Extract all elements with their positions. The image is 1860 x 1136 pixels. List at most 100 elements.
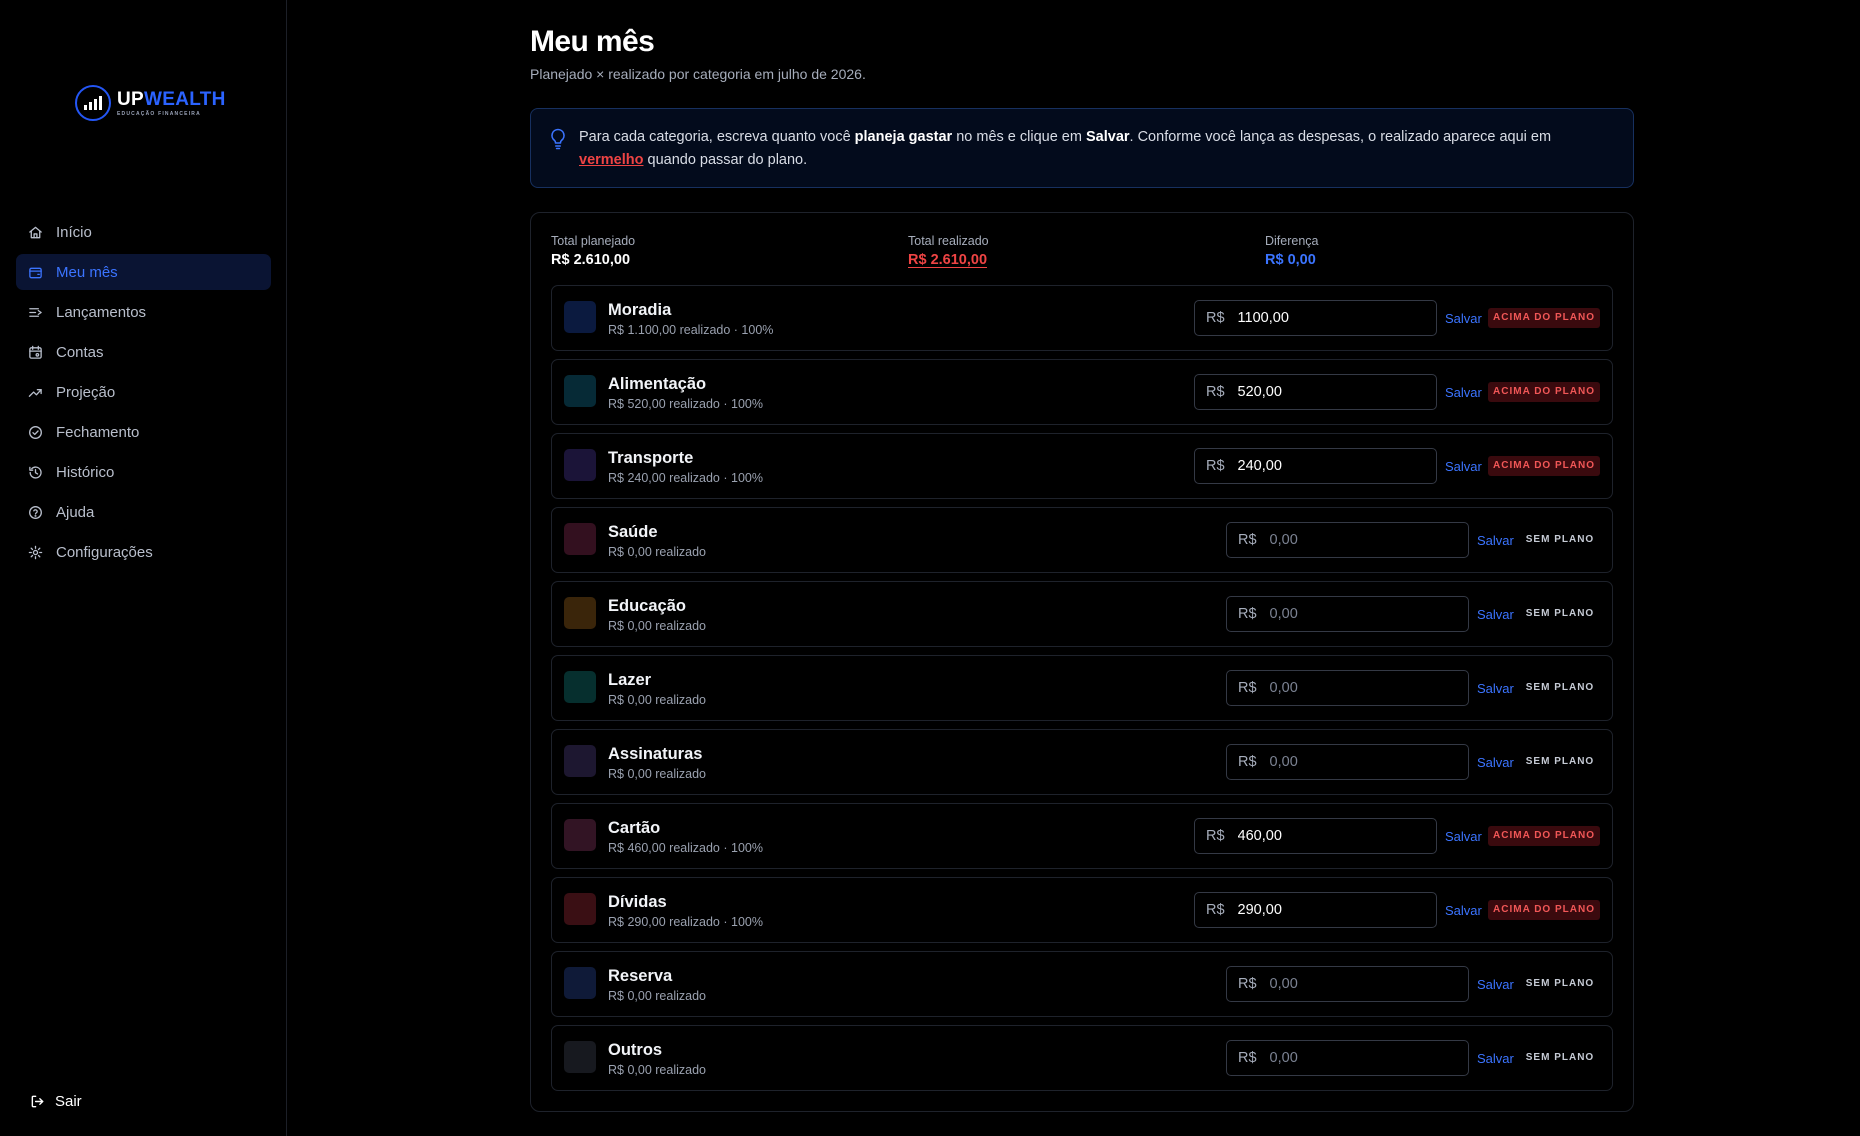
planned-amount-input[interactable]	[1237, 310, 1428, 326]
category-color-swatch	[564, 1041, 596, 1073]
sidebar-item-label: Fechamento	[56, 423, 140, 441]
sidebar-item-4[interactable]: Contas	[16, 334, 271, 370]
save-button[interactable]: Salvar	[1477, 607, 1517, 622]
category-row: Educação R$ 0,00 realizado R$ Salvar SEM PLA…	[551, 581, 1613, 647]
planned-amount-field: R$	[1226, 744, 1469, 780]
category-color-swatch	[564, 375, 596, 407]
category-color-swatch	[564, 819, 596, 851]
home-icon	[29, 226, 42, 238]
category-realized: R$ 240,00 realizado · 100%	[608, 471, 763, 485]
category-name: Assinaturas	[608, 745, 703, 763]
history-icon	[29, 465, 42, 479]
check-circle-icon	[29, 425, 42, 439]
sidebar-item-6[interactable]: Fechamento	[16, 414, 271, 450]
category-realized: R$ 0,00 realizado	[608, 767, 706, 781]
sidebar-item-9[interactable]: Configurações	[16, 534, 271, 570]
planned-amount-input[interactable]	[1237, 828, 1428, 844]
planned-amount-field: R$	[1194, 374, 1437, 410]
category-name: Transporte	[608, 449, 694, 467]
planned-amount-field: R$	[1226, 596, 1469, 632]
planned-amount-input[interactable]	[1237, 384, 1428, 400]
sidebar-item-label: Projeção	[56, 383, 116, 401]
save-button[interactable]: Salvar	[1477, 1051, 1517, 1066]
save-button[interactable]: Salvar	[1477, 681, 1517, 696]
category-row: Cartão R$ 460,00 realizado · 100% R$ Salvar…	[551, 803, 1613, 869]
save-button[interactable]: Salvar	[1477, 755, 1517, 770]
currency-prefix: R$	[1238, 976, 1257, 992]
sidebar-item-label: Início	[56, 223, 92, 241]
category-realized: R$ 0,00 realizado	[608, 989, 706, 1003]
category-name: Educação	[608, 597, 686, 615]
planned-amount-input[interactable]	[1269, 754, 1460, 770]
planned-amount-input[interactable]	[1237, 458, 1428, 474]
planned-amount-input[interactable]	[1269, 532, 1460, 548]
planned-amount-input[interactable]	[1269, 680, 1460, 696]
currency-prefix: R$	[1238, 754, 1257, 770]
currency-prefix: R$	[1206, 384, 1225, 400]
status-badge: ACIMA DO PLANO	[1488, 826, 1600, 846]
planned-amount-field: R$	[1226, 966, 1469, 1002]
category-realized: R$ 1.100,00 realizado · 100%	[608, 323, 774, 337]
category-realized: R$ 0,00 realizado	[608, 693, 706, 707]
status-badge: SEM PLANO	[1525, 978, 1595, 989]
total-difference: Diferença R$ 0,00	[1265, 234, 1319, 268]
save-button[interactable]: Salvar	[1477, 533, 1517, 548]
sidebar: UPWEALTH EDUCAÇÃO FINANCEIRA Início Meu m…	[0, 0, 287, 1136]
save-button[interactable]: Salvar	[1445, 829, 1485, 844]
category-color-swatch	[564, 893, 596, 925]
sidebar-item-1[interactable]: Início	[16, 214, 271, 250]
category-realized: R$ 290,00 realizado · 100%	[608, 915, 763, 929]
status-badge: ACIMA DO PLANO	[1488, 900, 1600, 920]
calendar-icon	[29, 345, 42, 359]
category-realized: R$ 0,00 realizado	[608, 1063, 706, 1077]
save-button[interactable]: Salvar	[1445, 903, 1485, 918]
currency-prefix: R$	[1206, 310, 1225, 326]
total-realized: Total realizado R$ 2.610,00	[908, 234, 989, 268]
sidebar-item-8[interactable]: Ajuda	[16, 494, 271, 530]
save-button[interactable]: Salvar	[1445, 311, 1485, 326]
tip-callout: Para cada categoria, escreva quanto você…	[530, 108, 1634, 188]
sidebar-item-3[interactable]: Lançamentos	[16, 294, 271, 330]
save-button[interactable]: Salvar	[1445, 459, 1485, 474]
category-realized: R$ 0,00 realizado	[608, 619, 706, 633]
category-color-swatch	[564, 449, 596, 481]
planned-amount-input[interactable]	[1269, 1050, 1460, 1066]
planned-amount-input[interactable]	[1237, 902, 1428, 918]
category-row: Lazer R$ 0,00 realizado R$ Salvar SEM PLANO	[551, 655, 1613, 721]
logout-icon	[31, 1095, 44, 1108]
category-color-swatch	[564, 523, 596, 555]
planned-amount-field: R$	[1194, 892, 1437, 928]
status-badge: SEM PLANO	[1525, 608, 1595, 619]
status-badge: SEM PLANO	[1525, 534, 1595, 545]
tip-red-word: vermelho	[579, 152, 644, 168]
planned-amount-field: R$	[1226, 522, 1469, 558]
status-badge: SEM PLANO	[1525, 1052, 1595, 1063]
logout-button[interactable]: Sair	[30, 1093, 82, 1110]
planned-amount-input[interactable]	[1269, 976, 1460, 992]
category-realized: R$ 520,00 realizado · 100%	[608, 397, 763, 411]
total-realized-value: R$ 2.610,00	[908, 252, 988, 268]
page-subtitle: Planejado × realizado por categoria em j…	[530, 66, 866, 82]
brand-name: UPWEALTH	[117, 88, 226, 110]
sidebar-item-label: Configurações	[56, 543, 153, 561]
sidebar-item-7[interactable]: Histórico	[16, 454, 271, 490]
category-list: Moradia R$ 1.100,00 realizado · 100% R$ Sal…	[551, 285, 1613, 1099]
save-button[interactable]: Salvar	[1445, 385, 1485, 400]
category-name: Reserva	[608, 967, 673, 985]
save-button[interactable]: Salvar	[1477, 977, 1517, 992]
total-planned: Total planejado R$ 2.610,00	[551, 234, 636, 268]
category-row: Moradia R$ 1.100,00 realizado · 100% R$ Sal…	[551, 285, 1613, 351]
category-color-swatch	[564, 597, 596, 629]
currency-prefix: R$	[1206, 828, 1225, 844]
brand-logo[interactable]: UPWEALTH EDUCAÇÃO FINANCEIRA	[75, 85, 226, 121]
category-name: Outros	[608, 1041, 663, 1059]
planned-amount-input[interactable]	[1269, 606, 1460, 622]
sidebar-item-label: Lançamentos	[56, 303, 147, 321]
sidebar-item-5[interactable]: Projeção	[16, 374, 271, 410]
sidebar-item-2[interactable]: Meu mês	[16, 254, 271, 290]
category-realized: R$ 0,00 realizado	[608, 545, 706, 559]
category-row: Dívidas R$ 290,00 realizado · 100% R$ Salva…	[551, 877, 1613, 943]
category-row: Reserva R$ 0,00 realizado R$ Salvar SEM PLAN…	[551, 951, 1613, 1017]
sidebar-item-label: Histórico	[56, 463, 115, 481]
category-color-swatch	[564, 671, 596, 703]
